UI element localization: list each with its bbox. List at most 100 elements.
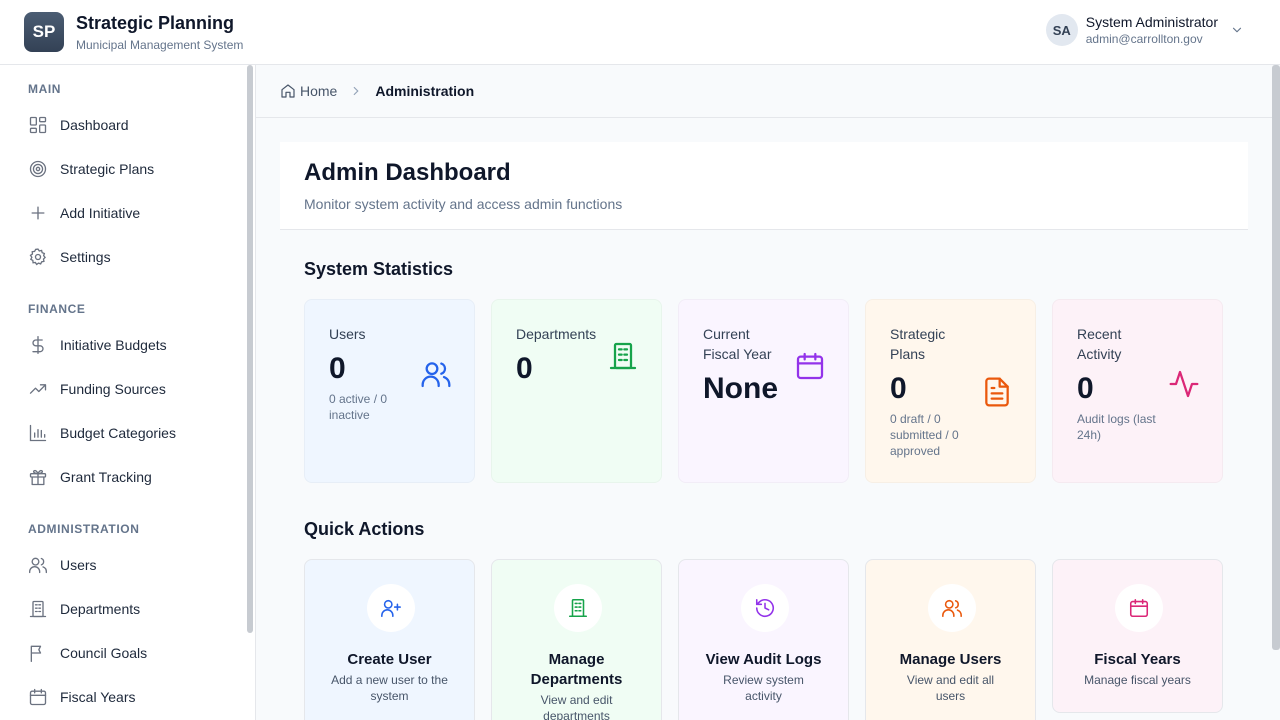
app-subtitle: Municipal Management System <box>76 38 244 52</box>
stat-value: None <box>703 372 778 405</box>
sidebar-item-funding-sources[interactable]: Funding Sources <box>28 377 166 401</box>
stats-heading: System Statistics <box>304 259 454 279</box>
fiscal-years-button[interactable]: Fiscal Years Manage fiscal years <box>1052 559 1223 713</box>
icon-circle <box>928 584 976 632</box>
stat-label: Current Fiscal Year <box>703 326 772 362</box>
sidebar-section-finance: FINANCE <box>28 302 86 316</box>
calendar-icon <box>29 688 47 706</box>
action-title: Manage Users <box>899 651 1002 668</box>
dollar-icon <box>32 336 44 354</box>
sidebar-item-initiative-budgets[interactable]: Initiative Budgets <box>28 333 167 357</box>
stat-card-users: Users 0 0 active / 0 inactive <box>304 299 475 483</box>
trending-up-icon <box>29 384 47 394</box>
stat-card-departments: Departments 0 <box>491 299 662 483</box>
action-description: View and edit departments <box>540 693 613 720</box>
sidebar-item-dashboard[interactable]: Dashboard <box>28 113 129 137</box>
building-icon <box>568 598 588 618</box>
top-header: SP Strategic Planning Municipal Manageme… <box>0 0 1280 65</box>
calendar-icon <box>796 352 824 380</box>
sidebar-item-label: Fiscal Years <box>60 689 136 705</box>
sidebar-item-add-initiative[interactable]: Add Initiative <box>28 201 140 225</box>
action-description: Review system activity <box>723 673 804 703</box>
user-email: admin@carrollton.gov <box>1085 32 1203 46</box>
chevron-right-icon <box>354 86 359 96</box>
quick-actions-heading: Quick Actions <box>304 519 425 539</box>
stat-label: Departments <box>516 326 597 342</box>
breadcrumb: Home Administration <box>256 65 1272 118</box>
flag-icon <box>30 645 42 662</box>
action-description: Add a new user to the system <box>331 673 448 703</box>
sidebar-item-budget-categories[interactable]: Budget Categories <box>28 421 176 445</box>
icon-circle <box>1115 584 1163 632</box>
chevron-down-icon[interactable] <box>1230 23 1244 37</box>
create-user-button[interactable]: Create User Add a new user to the system <box>304 559 475 720</box>
sidebar-item-label: Grant Tracking <box>60 469 152 485</box>
user-menu[interactable]: SA System Administrator admin@carrollton… <box>1045 14 1244 46</box>
icon-circle <box>741 584 789 632</box>
sidebar-item-grant-tracking[interactable]: Grant Tracking <box>28 465 152 489</box>
avatar[interactable]: SA <box>1045 14 1078 46</box>
sidebar-item-label: Budget Categories <box>60 425 176 441</box>
history-icon <box>755 598 775 617</box>
breadcrumb-current: Administration <box>375 83 475 99</box>
manage-departments-button[interactable]: Manage Departments View and edit departm… <box>491 559 662 720</box>
user-plus-icon <box>381 599 401 618</box>
sidebar: MAIN Dashboard Strategic Plans Add Initi… <box>0 65 256 720</box>
stat-value: 0 <box>329 352 346 385</box>
action-title: Fiscal Years <box>1094 651 1181 668</box>
sidebar-item-label: Council Goals <box>60 645 148 661</box>
stat-value: 0 <box>1077 372 1094 405</box>
page-description: Monitor system activity and access admin… <box>304 196 623 212</box>
building-icon <box>29 600 47 618</box>
action-description: View and edit all users <box>906 673 995 703</box>
page-title: Admin Dashboard <box>304 159 511 186</box>
stat-label: Strategic Plans <box>890 326 946 362</box>
sidebar-item-label: Add Initiative <box>60 205 141 221</box>
breadcrumb-home[interactable]: Home <box>280 83 337 99</box>
view-audit-logs-button[interactable]: View Audit Logs Review system activity <box>678 559 849 720</box>
calendar-icon <box>1129 598 1149 618</box>
main-scrollbar[interactable] <box>1272 65 1280 650</box>
sidebar-item-strategic-plans[interactable]: Strategic Plans <box>28 157 154 181</box>
gift-icon <box>29 469 47 486</box>
app-title: Strategic Planning <box>76 13 235 33</box>
breadcrumb-home-label: Home <box>300 83 338 99</box>
stat-subtext: 0 active / 0 inactive <box>329 392 388 422</box>
main-content: Home Administration Admin Dashboard Moni… <box>256 65 1280 720</box>
document-icon <box>985 377 1009 407</box>
action-title: Manage Departments <box>530 651 623 688</box>
action-title: View Audit Logs <box>705 651 822 668</box>
sidebar-item-label: Funding Sources <box>60 381 166 397</box>
action-title: Create User <box>347 651 432 668</box>
sidebar-section-administration: ADMINISTRATION <box>28 522 140 536</box>
stat-label: Recent Activity <box>1077 326 1122 362</box>
sidebar-item-settings[interactable]: Settings <box>28 245 111 269</box>
stat-subtext: Audit logs (last 24h) <box>1077 412 1156 442</box>
sidebar-item-label: Users <box>60 557 97 573</box>
grid-icon <box>29 116 47 134</box>
sidebar-item-council-goals[interactable]: Council Goals <box>28 641 147 665</box>
sidebar-scrollbar[interactable] <box>247 65 253 633</box>
bar-chart-icon <box>29 424 47 442</box>
action-description: Manage fiscal years <box>1084 673 1191 687</box>
stat-card-fiscal-year: Current Fiscal Year None <box>678 299 849 483</box>
sidebar-item-label: Departments <box>60 601 141 617</box>
users-icon <box>29 557 48 574</box>
sidebar-item-label: Dashboard <box>60 117 129 133</box>
stat-card-recent-activity: Recent Activity 0 Audit logs (last 24h) <box>1052 299 1223 483</box>
stat-subtext: 0 draft / 0 submitted / 0 approved <box>890 412 959 458</box>
manage-users-button[interactable]: Manage Users View and edit all users <box>865 559 1036 720</box>
activity-icon <box>1169 370 1199 398</box>
users-icon <box>421 362 451 388</box>
sidebar-item-fiscal-years[interactable]: Fiscal Years <box>28 685 135 709</box>
stat-value: 0 <box>890 372 907 405</box>
target-icon <box>29 160 47 178</box>
app-logo[interactable]: SP <box>24 12 64 52</box>
sidebar-item-label: Strategic Plans <box>60 161 155 177</box>
sidebar-section-main: MAIN <box>28 82 62 96</box>
gear-icon <box>29 248 46 266</box>
stat-label: Users <box>329 326 366 342</box>
sidebar-item-users[interactable]: Users <box>28 553 97 577</box>
icon-circle <box>367 584 415 632</box>
sidebar-item-departments[interactable]: Departments <box>28 597 140 621</box>
